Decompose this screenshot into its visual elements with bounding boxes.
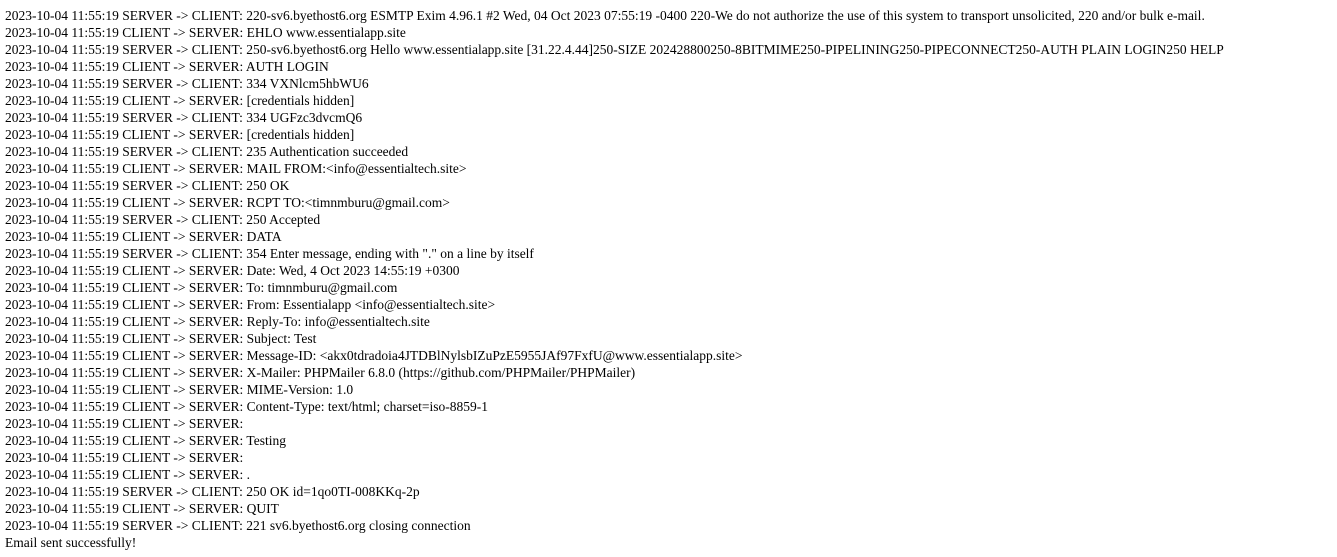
log-line: 2023-10-04 11:55:19 SERVER -> CLIENT: 33… bbox=[5, 76, 369, 91]
log-line: 2023-10-04 11:55:19 CLIENT -> SERVER: QU… bbox=[5, 501, 279, 516]
log-line: 2023-10-04 11:55:19 CLIENT -> SERVER: EH… bbox=[5, 25, 406, 40]
log-line: 2023-10-04 11:55:19 SERVER -> CLIENT: 33… bbox=[5, 110, 363, 125]
log-line: 2023-10-04 11:55:19 CLIENT -> SERVER: . bbox=[5, 467, 251, 482]
log-line: 2023-10-04 11:55:19 SERVER -> CLIENT: 23… bbox=[5, 144, 409, 159]
log-line: 2023-10-04 11:55:19 SERVER -> CLIENT: 25… bbox=[5, 484, 420, 499]
log-line: 2023-10-04 11:55:19 SERVER -> CLIENT: 25… bbox=[5, 42, 1224, 57]
log-line: 2023-10-04 11:55:19 CLIENT -> SERVER: Su… bbox=[5, 331, 317, 346]
log-line: 2023-10-04 11:55:19 CLIENT -> SERVER: Me… bbox=[5, 348, 743, 363]
log-line: 2023-10-04 11:55:19 CLIENT -> SERVER: X-… bbox=[5, 365, 636, 380]
status-message: Email sent successfully! bbox=[5, 535, 137, 550]
log-line: 2023-10-04 11:55:19 CLIENT -> SERVER: MA… bbox=[5, 161, 467, 176]
log-line: 2023-10-04 11:55:19 CLIENT -> SERVER: To… bbox=[5, 280, 398, 295]
log-line: 2023-10-04 11:55:19 CLIENT -> SERVER: Te… bbox=[5, 433, 286, 448]
log-line: 2023-10-04 11:55:19 CLIENT -> SERVER: bbox=[5, 416, 244, 431]
log-line: 2023-10-04 11:55:19 SERVER -> CLIENT: 22… bbox=[5, 518, 471, 533]
log-line: 2023-10-04 11:55:19 CLIENT -> SERVER: RC… bbox=[5, 195, 450, 210]
log-line: 2023-10-04 11:55:19 CLIENT -> SERVER: [c… bbox=[5, 127, 355, 142]
log-line: 2023-10-04 11:55:19 CLIENT -> SERVER: [c… bbox=[5, 93, 355, 108]
log-line: 2023-10-04 11:55:19 CLIENT -> SERVER: MI… bbox=[5, 382, 354, 397]
log-line: 2023-10-04 11:55:19 CLIENT -> SERVER: Fr… bbox=[5, 297, 496, 312]
log-line: 2023-10-04 11:55:19 SERVER -> CLIENT: 22… bbox=[5, 8, 1205, 23]
log-line: 2023-10-04 11:55:19 CLIENT -> SERVER: Co… bbox=[5, 399, 489, 414]
log-line: 2023-10-04 11:55:19 CLIENT -> SERVER: Re… bbox=[5, 314, 430, 329]
smtp-log: 2023-10-04 11:55:19 SERVER -> CLIENT: 22… bbox=[5, 7, 1337, 534]
smtp-debug-output: 2023-10-04 11:55:19 SERVER -> CLIENT: 22… bbox=[0, 0, 1337, 557]
log-line: 2023-10-04 11:55:19 SERVER -> CLIENT: 35… bbox=[5, 246, 534, 261]
log-line: 2023-10-04 11:55:19 CLIENT -> SERVER: Da… bbox=[5, 263, 460, 278]
log-line: 2023-10-04 11:55:19 CLIENT -> SERVER: bbox=[5, 450, 244, 465]
log-line: 2023-10-04 11:55:19 CLIENT -> SERVER: DA… bbox=[5, 229, 282, 244]
log-line: 2023-10-04 11:55:19 SERVER -> CLIENT: 25… bbox=[5, 178, 290, 193]
log-line: 2023-10-04 11:55:19 CLIENT -> SERVER: AU… bbox=[5, 59, 329, 74]
log-line: 2023-10-04 11:55:19 SERVER -> CLIENT: 25… bbox=[5, 212, 321, 227]
